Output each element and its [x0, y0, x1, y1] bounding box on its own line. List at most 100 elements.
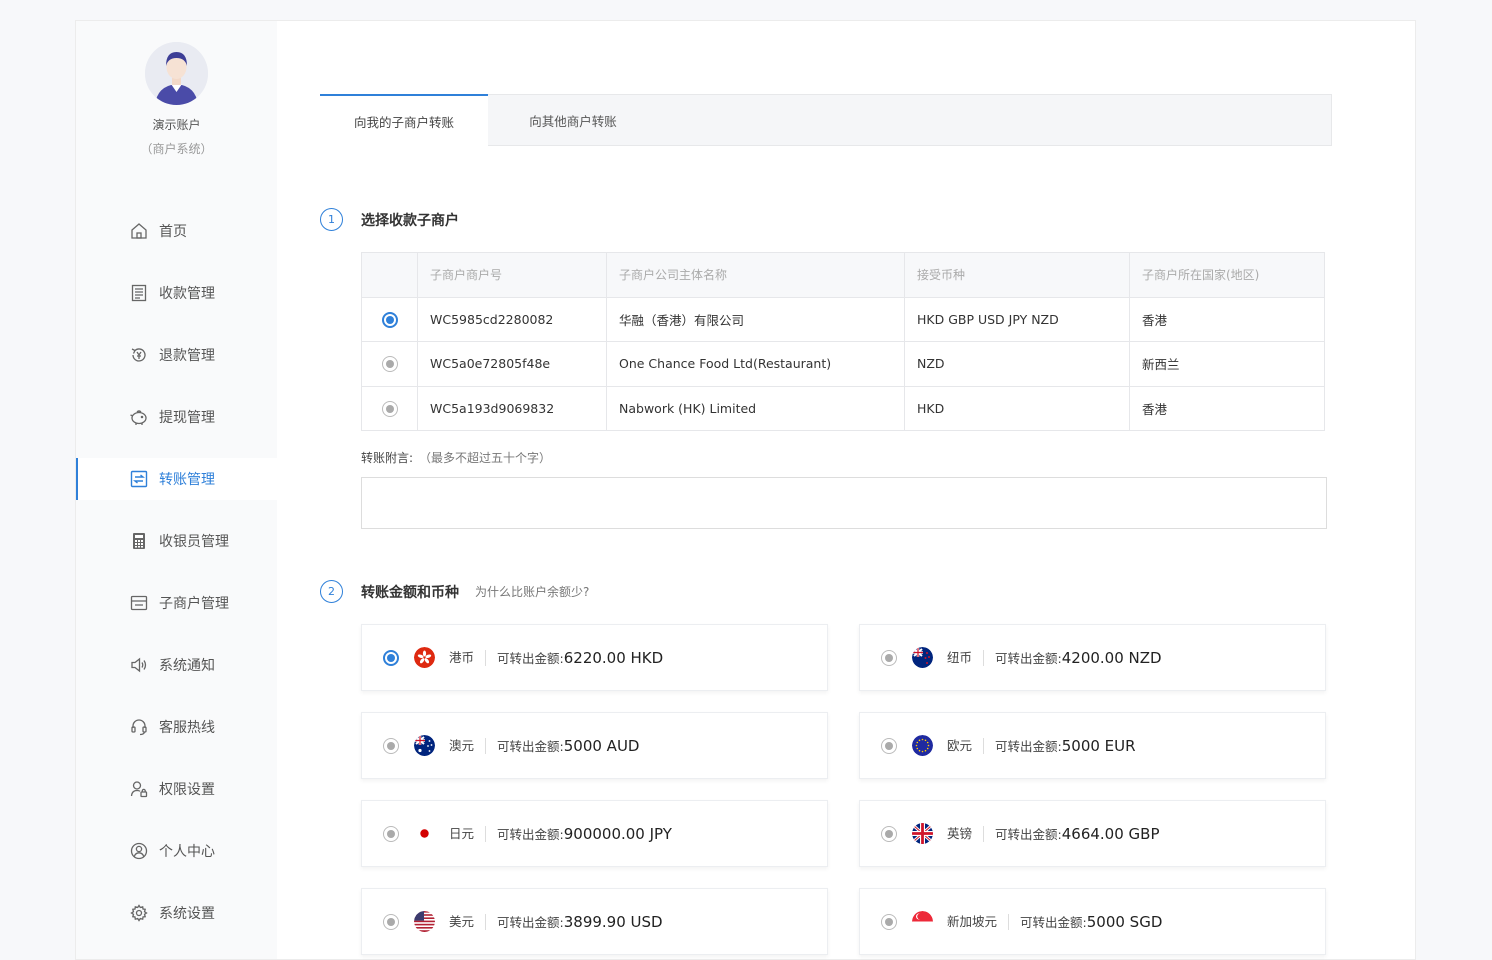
nav-item-withdrawals[interactable]: 提现管理 [76, 396, 277, 438]
row-radio[interactable] [381, 400, 398, 417]
row-select-cell [361, 341, 418, 387]
currency-radio[interactable] [881, 825, 897, 842]
table-header: 接受币种 [904, 252, 1130, 298]
step-title: 转账金额和币种 [361, 584, 459, 601]
merchant-name: Nabwork (HK) Limited [606, 385, 905, 431]
available-label: 可转出金额: [995, 739, 1062, 754]
nav-item-transfers[interactable]: 转账管理 [76, 458, 277, 500]
currency-radio[interactable] [383, 737, 399, 754]
merchant-region: 新西兰 [1129, 341, 1325, 387]
nav-item-home[interactable]: 首页 [76, 210, 277, 252]
eu-flag-icon [912, 735, 933, 756]
currency-card[interactable]: 新加坡元 可转出金额: 5000 SGD [859, 888, 1326, 955]
merchant-id: WC5a0e72805f48e [417, 341, 607, 387]
nav-item-system-settings[interactable]: 系统设置 [76, 892, 277, 934]
merchant-id: WC5a193d9069832 [417, 385, 607, 431]
row-radio[interactable] [381, 356, 398, 372]
nav-item-refunds[interactable]: 退款管理 [76, 334, 277, 376]
nav-item-collections[interactable]: 收款管理 [76, 272, 277, 314]
headset-icon [129, 717, 149, 737]
currency-card[interactable]: 港币 可转出金额: 6220.00 HKD [361, 624, 828, 691]
nav-label: 提现管理 [159, 410, 215, 426]
memo-label-text: 转账附言: [361, 451, 414, 465]
au-flag-icon [414, 735, 435, 756]
step-title: 选择收款子商户 [361, 212, 459, 229]
nav-label: 权限设置 [159, 782, 215, 798]
currency-card[interactable]: 澳元 可转出金额: 5000 AUD [361, 712, 828, 779]
nav-label: 系统设置 [159, 906, 215, 922]
table-header-select [361, 252, 418, 298]
nav-item-sub-merchants[interactable]: 子商户管理 [76, 582, 277, 624]
user-avatar-icon [145, 42, 208, 105]
table-row[interactable]: WC5a0e72805f48e One Chance Food Ltd(Rest… [361, 341, 1325, 387]
tab-other-merchants[interactable]: 向其他商户转账 [488, 94, 658, 146]
available-amount: 5000 SGD [1086, 912, 1163, 931]
currency-radio[interactable] [383, 913, 399, 930]
hk-flag-icon [414, 647, 435, 668]
table-row[interactable]: WC5a193d9069832 Nabwork (HK) Limited HKD… [361, 385, 1325, 431]
available-amount: 4664.00 GBP [1061, 824, 1160, 843]
available-label: 可转出金额: [995, 827, 1062, 842]
nav-label: 系统通知 [159, 658, 215, 674]
available-amount: 5000 AUD [563, 736, 640, 755]
available-amount: 3899.90 USD [563, 912, 663, 931]
nav-label: 退款管理 [159, 348, 215, 364]
nav-label: 个人中心 [159, 844, 215, 860]
available-label: 可转出金额: [497, 827, 564, 842]
currency-name: 日元 [449, 825, 487, 842]
available-label: 可转出金额: [995, 651, 1062, 666]
currency-radio[interactable] [383, 825, 399, 842]
merchant-region: 香港 [1129, 296, 1325, 342]
accepted-currencies: NZD [904, 341, 1130, 387]
speaker-icon [129, 655, 149, 675]
account-subtitle: （商户系统） [140, 142, 213, 156]
currency-name: 欧元 [947, 737, 985, 754]
table-header: 子商户公司主体名称 [606, 252, 905, 298]
memo-input[interactable] [361, 477, 1327, 529]
available-amount: 4200.00 NZD [1061, 648, 1162, 667]
gear-icon [129, 903, 149, 923]
step-select-merchant: 1 选择收款子商户 [320, 208, 459, 231]
currency-card[interactable]: 英镑 可转出金额: 4664.00 GBP [859, 800, 1326, 867]
currency-radio[interactable] [383, 649, 399, 666]
nav-item-cashiers[interactable]: 收银员管理 [76, 520, 277, 562]
transfer-icon [129, 469, 149, 489]
currency-card[interactable]: 纽币 可转出金额: 4200.00 NZD [859, 624, 1326, 691]
nav-item-support-hotline[interactable]: 客服热线 [76, 706, 277, 748]
accepted-currencies: HKD GBP USD JPY NZD [904, 296, 1130, 342]
currency-card[interactable]: 日元 可转出金额: 900000.00 JPY [361, 800, 828, 867]
step-number: 1 [320, 208, 343, 231]
table-row[interactable]: WC5985cd2280082 华融（香港）有限公司 HKD GBP USD J… [361, 296, 1325, 342]
tab-my-sub-merchants[interactable]: 向我的子商户转账 [320, 94, 488, 146]
currency-card[interactable]: 欧元 可转出金额: 5000 EUR [859, 712, 1326, 779]
refund-icon [129, 345, 149, 365]
table-header: 子商户商户号 [417, 252, 607, 298]
row-select-cell [361, 296, 418, 342]
currency-name: 澳元 [449, 737, 487, 754]
nav-label: 转账管理 [159, 472, 215, 488]
merchant-name: 华融（香港）有限公司 [606, 296, 905, 342]
home-icon [129, 221, 149, 241]
currency-radio[interactable] [881, 913, 897, 930]
nav-label: 客服热线 [159, 720, 215, 736]
row-select-cell [361, 385, 418, 431]
currency-radio[interactable] [881, 737, 897, 754]
table-header-row: 子商户商户号 子商户公司主体名称 接受币种 子商户所在国家(地区) [361, 252, 1325, 298]
nav-label: 收银员管理 [159, 534, 229, 550]
currency-radio[interactable] [881, 649, 897, 666]
nav-item-permissions[interactable]: 权限设置 [76, 768, 277, 810]
currency-name: 英镑 [947, 825, 985, 842]
row-radio[interactable] [381, 311, 398, 328]
merchant-name: One Chance Food Ltd(Restaurant) [606, 341, 905, 387]
currency-name: 美元 [449, 913, 487, 930]
nav-item-personal-center[interactable]: 个人中心 [76, 830, 277, 872]
avatar[interactable] [145, 42, 208, 105]
nav-item-notifications[interactable]: 系统通知 [76, 644, 277, 686]
sub-merchant-table: 子商户商户号 子商户公司主体名称 接受币种 子商户所在国家(地区) WC5985… [361, 252, 1325, 431]
currency-card[interactable]: 美元 可转出金额: 3899.90 USD [361, 888, 828, 955]
available-label: 可转出金额: [497, 739, 564, 754]
currency-name: 港币 [449, 649, 487, 666]
balance-help-link[interactable]: 为什么比账户余额少? [475, 583, 589, 600]
step-number: 2 [320, 580, 343, 603]
store-icon [129, 593, 149, 613]
